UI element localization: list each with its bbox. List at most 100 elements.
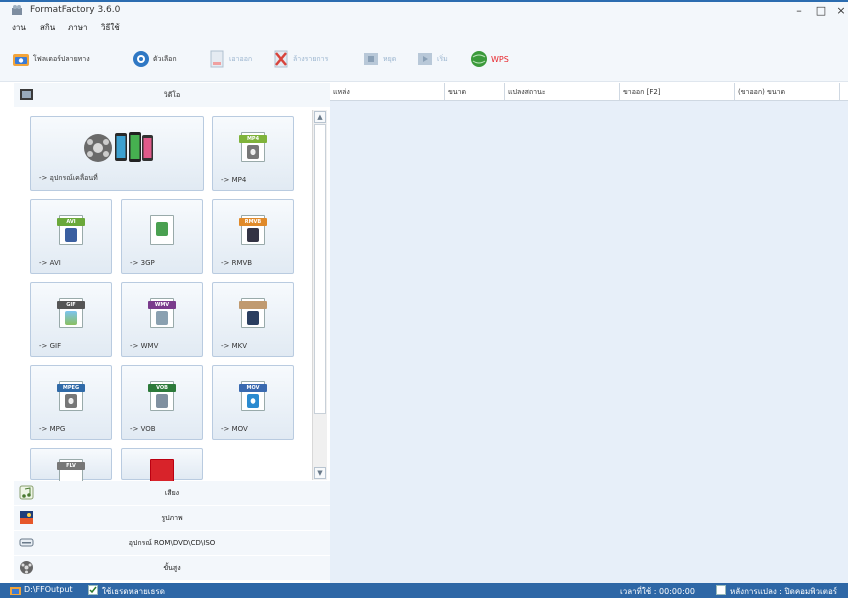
mov-file-icon: MOV — [239, 381, 267, 411]
output-folder-label: โฟลเดอร์ปลายทาง — [33, 54, 90, 63]
stop-label: หยุด — [383, 54, 397, 63]
wps-button[interactable]: WPS — [470, 48, 509, 70]
format-badge: GIF — [57, 301, 85, 309]
stop-button[interactable]: หยุด — [362, 48, 396, 70]
tile-mkv[interactable]: -> MKV — [212, 282, 294, 357]
stop-icon — [364, 53, 378, 65]
category-advanced-header[interactable]: ขั้นสูง — [14, 556, 330, 580]
start-label: เริ่ม — [437, 54, 448, 63]
title-bar: FormatFactory 3.6.0 – □ × — [0, 2, 848, 20]
tile-label: -> WMV — [130, 342, 159, 350]
tile-label: -> อุปกรณ์เคลื่อนที่ — [39, 174, 98, 182]
column-size[interactable]: ขนาด — [445, 83, 505, 101]
format-badge: MP4 — [239, 135, 267, 143]
tile-rmvb[interactable]: RMVB -> RMVB — [212, 199, 294, 274]
output-folder-button[interactable]: โฟลเดอร์ปลายทาง — [12, 48, 90, 70]
scroll-thumb[interactable] — [314, 124, 326, 414]
format-badge: MPEG — [57, 384, 85, 392]
wps-label: WPS — [491, 54, 509, 64]
format-factory-app-icon — [12, 5, 22, 15]
clear-list-button[interactable]: ล้างรายการ — [272, 48, 328, 70]
output-path[interactable]: D:\FFOutput — [24, 585, 73, 594]
category-picture-header[interactable]: รูปภาพ — [14, 506, 330, 530]
format-badge: WMV — [148, 301, 176, 309]
checkmark-icon — [89, 586, 97, 594]
tile-mov[interactable]: MOV -> MOV — [212, 365, 294, 440]
column-output[interactable]: ขาออก [F2] — [620, 83, 735, 101]
category-rom-label: อุปกรณ์ ROM\DVD\CD\ISO — [128, 539, 216, 547]
after-convert-label: หลังการแปลง : ปิดคอมพิวเตอร์ — [730, 587, 838, 596]
maximize-button[interactable]: □ — [814, 4, 828, 18]
tile-label: -> 3GP — [130, 259, 155, 267]
tile-label: -> MP4 — [221, 176, 247, 184]
minimize-button[interactable]: – — [792, 4, 806, 18]
vob-file-icon: VOB — [148, 381, 176, 411]
format-grid-scrollbar[interactable]: ▲ ▼ — [312, 110, 327, 480]
menu-language[interactable]: ภาษา — [68, 21, 88, 34]
tile-flv[interactable]: FLV — [30, 448, 112, 489]
tile-3gp[interactable]: -> 3GP — [121, 199, 203, 274]
category-audio-label: เสียง — [164, 489, 180, 497]
window-title: FormatFactory 3.6.0 — [30, 5, 121, 15]
column-source[interactable]: แหล่ง — [330, 83, 445, 101]
after-convert-checkbox[interactable] — [716, 585, 726, 595]
tile-label: -> MOV — [221, 425, 248, 433]
options-label: ตัวเลือก — [153, 54, 177, 63]
options-button[interactable]: ตัวเลือก — [132, 48, 177, 70]
start-button[interactable]: เริ่ม — [416, 48, 448, 70]
mpeg-file-icon: MPEG — [57, 381, 85, 411]
task-list-header: แหล่ง ขนาด แปลงสถานะ ขาออก [F2] (ขาออก) … — [330, 83, 848, 101]
multithread-label: ใช้เธรดหลายเธรด — [102, 587, 165, 596]
close-button[interactable]: × — [834, 4, 848, 18]
wps-globe-icon — [471, 51, 487, 67]
multithread-checkbox[interactable] — [88, 585, 98, 595]
tile-mp4[interactable]: MP4 -> MP4 — [212, 116, 294, 191]
tile-mpg[interactable]: MPEG -> MPG — [30, 365, 112, 440]
menu-task[interactable]: งาน — [12, 21, 26, 34]
avi-file-icon: AVI — [57, 215, 85, 245]
mkv-file-icon — [239, 298, 267, 328]
tile-label: -> RMVB — [221, 259, 253, 267]
mp4-file-icon: MP4 — [239, 132, 267, 162]
category-video-label: วิดีโอ — [163, 91, 181, 99]
tile-avi[interactable]: AVI -> AVI — [30, 199, 112, 274]
mobile-devices-icon — [84, 132, 153, 162]
category-picture-label: รูปภาพ — [161, 514, 183, 522]
tile-gif[interactable]: GIF -> GIF — [30, 282, 112, 357]
menu-skin[interactable]: สกิน — [40, 21, 55, 34]
category-rom-header[interactable]: อุปกรณ์ ROM\DVD\CD\ISO — [14, 531, 330, 555]
scroll-down-button[interactable]: ▼ — [314, 467, 326, 479]
tile-label: -> VOB — [130, 425, 156, 433]
tile-label: -> GIF — [39, 342, 62, 350]
remove-button[interactable]: เอาออก — [208, 48, 252, 70]
rmvb-file-icon: RMVB — [239, 215, 267, 245]
tile-label: -> MKV — [221, 342, 248, 350]
format-badge: VOB — [148, 384, 176, 392]
3gp-file-icon — [150, 215, 174, 245]
tile-wmv[interactable]: WMV -> WMV — [121, 282, 203, 357]
start-icon — [418, 53, 432, 65]
task-list-panel[interactable]: แหล่ง ขนาด แปลงสถานะ ขาออก [F2] (ขาออก) … — [330, 83, 848, 583]
output-folder-icon — [10, 587, 21, 595]
remove-label: เอาออก — [229, 54, 253, 63]
column-output-size[interactable]: (ขาออก) ขนาด — [735, 83, 840, 101]
tile-label: -> MPG — [39, 425, 66, 433]
format-badge: AVI — [57, 218, 85, 226]
category-video-header[interactable]: วิดีโอ — [14, 83, 330, 107]
options-icon — [133, 51, 149, 67]
tile-vob[interactable]: VOB -> VOB — [121, 365, 203, 440]
elapsed-time: เวลาที่ใช้ : 00:00:00 — [620, 587, 695, 596]
column-convert-state[interactable]: แปลงสถานะ — [505, 83, 620, 101]
scroll-up-button[interactable]: ▲ — [314, 111, 326, 123]
toolbar: โฟลเดอร์ปลายทาง ตัวเลือก เอาออก ล้างรายก… — [0, 34, 848, 82]
gif-file-icon: GIF — [57, 298, 85, 328]
menu-help[interactable]: วิธีใช้ — [101, 21, 120, 34]
clear-list-label: ล้างรายการ — [293, 54, 329, 63]
format-badge: MOV — [239, 384, 267, 392]
clear-list-icon — [274, 50, 288, 68]
tile-mobile-device[interactable]: -> อุปกรณ์เคลื่อนที่ — [30, 116, 204, 191]
format-badge: RMVB — [239, 218, 267, 226]
tile-swf[interactable] — [121, 448, 203, 489]
category-audio-header[interactable]: เสียง — [14, 481, 330, 505]
status-bar: D:\FFOutput ใช้เธรดหลายเธรด เวลาที่ใช้ :… — [0, 583, 848, 598]
